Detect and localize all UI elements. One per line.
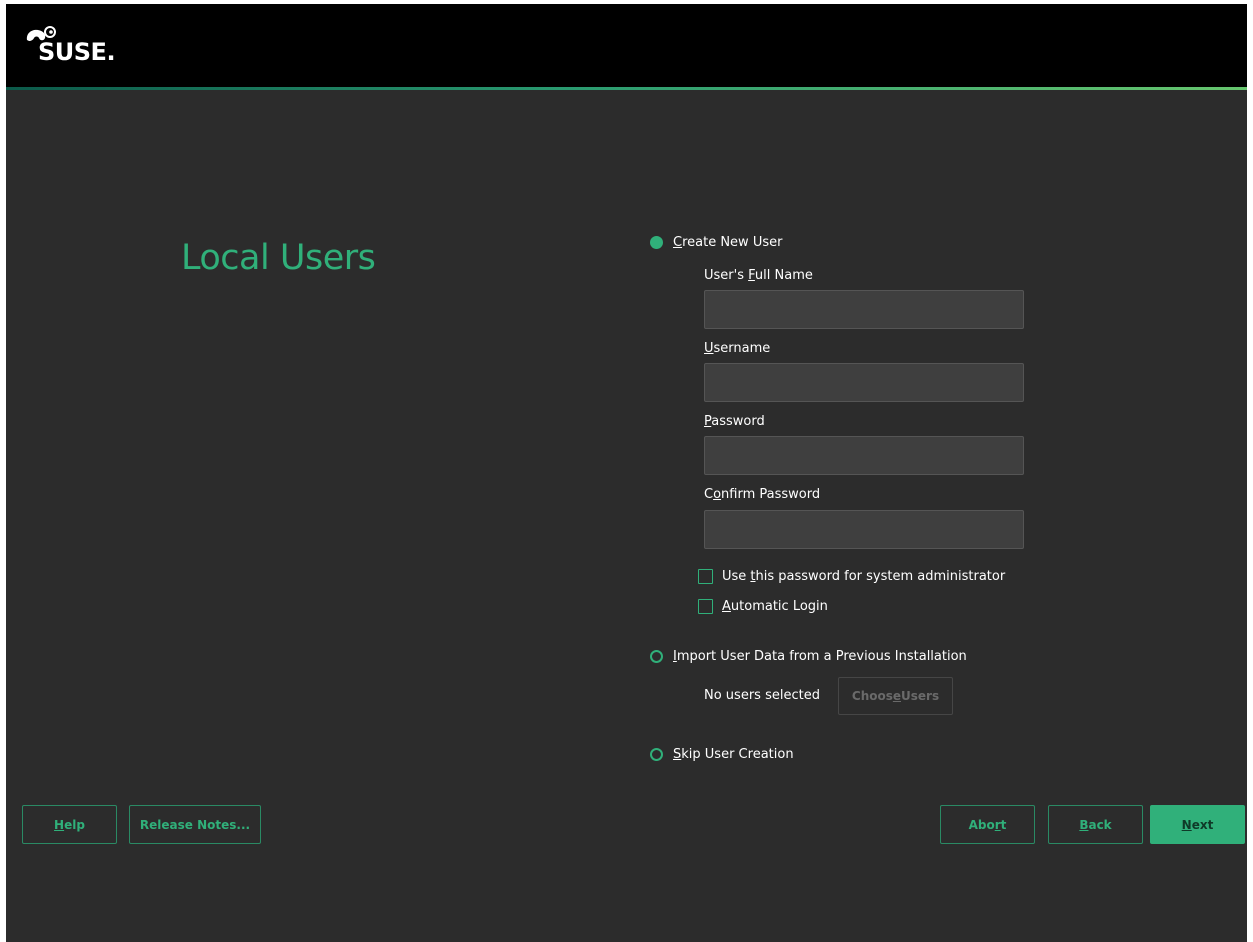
label-part: elp	[64, 817, 85, 832]
accelerator-key: A	[722, 598, 731, 614]
checkbox-unchecked-icon	[698, 598, 713, 614]
confirm-password-label: Confirm Password	[704, 487, 820, 502]
abort-button[interactable]: Abo r t	[940, 805, 1035, 844]
label-part: nfirm Password	[721, 487, 821, 502]
accelerator-key: N	[1181, 817, 1192, 832]
label-part: Users	[901, 689, 940, 703]
label-part: Release Notes...	[139, 817, 251, 832]
label-part: C	[704, 487, 714, 502]
label-part: ext	[1191, 817, 1214, 832]
suse-logo: SUSE.	[24, 26, 124, 72]
full-name-input[interactable]	[704, 290, 1024, 329]
create-new-user-label: Create New User	[673, 235, 782, 250]
automatic-login-checkbox[interactable]: Automatic Login	[698, 596, 828, 616]
label-part: mport User Data from a Previous Installa…	[676, 648, 967, 664]
password-input[interactable]	[704, 436, 1024, 475]
confirm-password-input[interactable]	[704, 510, 1024, 549]
label-part: kip User Creation	[681, 746, 794, 762]
label-part: Use	[722, 568, 751, 584]
accelerator-key: B	[1079, 817, 1089, 832]
installer-window: SUSE. Local Users Create New User User's…	[6, 4, 1247, 942]
header-bar: SUSE.	[6, 4, 1247, 87]
accelerator-key: e	[892, 689, 902, 703]
radio-selected-icon	[650, 235, 663, 249]
label-part: Choos	[851, 689, 893, 703]
label-part: sername	[713, 341, 771, 356]
use-password-for-admin-checkbox[interactable]: Use this password for system administrat…	[698, 566, 1005, 586]
release-notes-button[interactable]: Release Notes...	[129, 805, 261, 844]
accelerator-key: H	[54, 817, 65, 832]
use-password-for-admin-label: Use this password for system administrat…	[722, 569, 1005, 584]
header-accent-line	[6, 87, 1247, 90]
label-part: t	[1000, 817, 1007, 832]
back-button[interactable]: Back	[1048, 805, 1143, 844]
import-status-text: No users selected	[704, 688, 820, 703]
logo-wordmark: SUSE.	[38, 38, 116, 66]
label-part: ull Name	[754, 268, 813, 283]
full-name-label: User's Full Name	[704, 268, 813, 283]
label-part: utomatic Login	[730, 598, 828, 614]
page-title: Local Users	[181, 238, 376, 278]
label-part: his password for system administrator	[755, 568, 1006, 584]
help-button[interactable]: Help	[22, 805, 117, 844]
label-part: reate New User	[682, 234, 783, 250]
label-part: User's	[704, 268, 749, 283]
import-user-data-label: Import User Data from a Previous Install…	[673, 649, 967, 664]
label-part: ack	[1088, 817, 1112, 832]
skip-user-creation-label: Skip User Creation	[673, 747, 794, 762]
accelerator-key: F	[748, 268, 755, 283]
password-label: Password	[704, 414, 765, 429]
automatic-login-label: Automatic Login	[722, 599, 828, 614]
checkbox-unchecked-icon	[698, 568, 713, 584]
accelerator-key: o	[713, 487, 722, 502]
label-part: assword	[711, 414, 765, 429]
username-label: Username	[704, 341, 770, 356]
next-button[interactable]: Next	[1150, 805, 1245, 844]
radio-unselected-icon	[650, 649, 663, 663]
skip-user-creation-radio[interactable]: Skip User Creation	[650, 744, 794, 764]
choose-users-button[interactable]: Choos e Users	[838, 677, 953, 715]
radio-unselected-icon	[650, 747, 663, 761]
label-part: Abo	[968, 817, 995, 832]
accelerator-key: C	[673, 234, 683, 250]
accelerator-key: U	[704, 341, 714, 356]
import-user-data-radio[interactable]: Import User Data from a Previous Install…	[650, 646, 967, 666]
create-new-user-radio[interactable]: Create New User	[650, 232, 782, 252]
username-input[interactable]	[704, 363, 1024, 402]
